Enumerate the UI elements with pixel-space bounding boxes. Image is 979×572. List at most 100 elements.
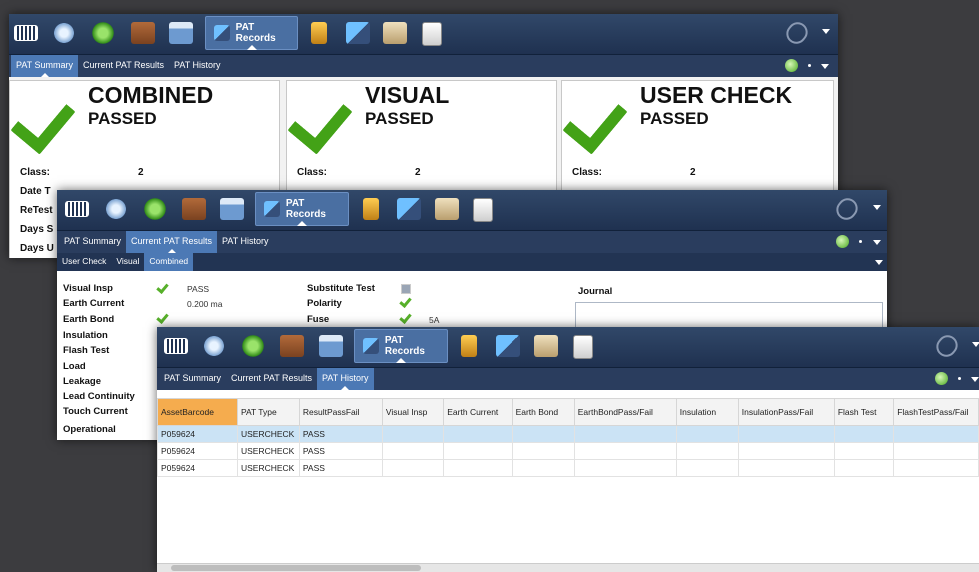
tab-pat-summary[interactable]: PAT Summary bbox=[159, 368, 226, 390]
toolbox-icon[interactable] bbox=[182, 198, 206, 220]
green-globe-icon[interactable] bbox=[836, 235, 849, 248]
journal-textarea[interactable] bbox=[575, 302, 883, 330]
tab-pat-summary[interactable]: PAT Summary bbox=[59, 231, 126, 253]
table-row[interactable]: P059624 USERCHECK PASS bbox=[157, 425, 979, 443]
horizontal-scrollbar[interactable] bbox=[157, 563, 979, 572]
column-header[interactable]: AssetBarcode bbox=[157, 398, 238, 426]
check-icon bbox=[399, 311, 412, 324]
pat-records-button[interactable]: PAT Records bbox=[255, 192, 349, 226]
battery-icon[interactable] bbox=[461, 335, 477, 357]
check-icon bbox=[287, 87, 353, 155]
toolbox-icon[interactable] bbox=[280, 335, 304, 357]
column-header[interactable]: EarthBondPass/Fail bbox=[573, 398, 677, 426]
barcode-icon[interactable] bbox=[14, 25, 38, 41]
header-row: AssetBarcode PAT Type ResultPassFail Vis… bbox=[157, 398, 979, 426]
paperclip-icon[interactable] bbox=[932, 331, 962, 361]
tab-pat-summary[interactable]: PAT Summary bbox=[11, 55, 79, 77]
clipboard-icon[interactable] bbox=[473, 198, 493, 222]
card-title: USER CHECK bbox=[640, 82, 793, 108]
green-orb-icon[interactable] bbox=[241, 335, 265, 357]
days-since-label: Days S bbox=[20, 224, 54, 235]
cell-asset-barcode[interactable]: P059624 bbox=[157, 425, 238, 443]
tabs-dropdown-icon[interactable] bbox=[873, 240, 881, 245]
paperclip-icon[interactable] bbox=[782, 18, 812, 48]
clipboard-icon[interactable] bbox=[422, 22, 442, 46]
column-header[interactable]: PAT Type bbox=[236, 398, 300, 426]
calendar-icon[interactable] bbox=[220, 198, 244, 220]
subtab-combined[interactable]: Combined bbox=[144, 253, 194, 271]
tab-current-pat-results[interactable]: Current PAT Results bbox=[78, 55, 169, 77]
tab-pat-history[interactable]: PAT History bbox=[217, 231, 274, 253]
leakage-label: Leakage bbox=[63, 376, 102, 387]
main-tabs: PAT Summary Current PAT Results PAT Hist… bbox=[57, 231, 887, 253]
scrollbar-thumb[interactable] bbox=[171, 565, 421, 571]
column-header[interactable]: Earth Current bbox=[443, 398, 513, 426]
table-row[interactable]: P059624 USERCHECK PASS bbox=[157, 442, 979, 460]
calendar-icon[interactable] bbox=[319, 335, 343, 357]
network-icon[interactable] bbox=[52, 22, 76, 44]
column-header[interactable]: FlashTestPass/Fail bbox=[893, 398, 979, 426]
column-header[interactable]: Flash Test bbox=[833, 398, 895, 426]
tab-current-pat-results[interactable]: Current PAT Results bbox=[126, 231, 218, 253]
column-header[interactable]: Insulation bbox=[675, 398, 739, 426]
computer-icon[interactable] bbox=[346, 22, 370, 44]
paperclip-icon[interactable] bbox=[832, 194, 862, 224]
barcode-icon[interactable] bbox=[164, 338, 188, 354]
insulation-label: Insulation bbox=[63, 330, 108, 341]
calendar-icon[interactable] bbox=[169, 22, 193, 44]
battery-icon[interactable] bbox=[311, 22, 327, 44]
card-status: PASSED bbox=[88, 109, 157, 128]
cell-pat-type[interactable]: USERCHECK bbox=[236, 459, 300, 477]
battery-icon[interactable] bbox=[363, 198, 379, 220]
green-orb-icon[interactable] bbox=[143, 198, 167, 220]
computer-icon[interactable] bbox=[397, 198, 421, 220]
cell-asset-barcode[interactable]: P059624 bbox=[157, 459, 238, 477]
subtab-user-check[interactable]: User Check bbox=[57, 253, 111, 271]
substitute-test-checkbox[interactable] bbox=[401, 284, 411, 294]
tab-pat-history[interactable]: PAT History bbox=[317, 368, 374, 390]
tab-current-pat-results[interactable]: Current PAT Results bbox=[226, 368, 317, 390]
main-tabs: PAT Summary Current PAT Results PAT Hist… bbox=[157, 368, 979, 390]
column-header[interactable]: InsulationPass/Fail bbox=[737, 398, 835, 426]
class-value: 2 bbox=[415, 167, 421, 178]
card-title: COMBINED bbox=[88, 82, 214, 108]
cell-result[interactable]: PASS bbox=[298, 459, 383, 477]
table-row[interactable]: P059624 USERCHECK PASS bbox=[157, 459, 979, 477]
building-icon[interactable] bbox=[383, 22, 407, 44]
polarity-label: Polarity bbox=[307, 298, 342, 309]
cell-result[interactable]: PASS bbox=[298, 442, 383, 460]
toolbox-icon[interactable] bbox=[131, 22, 155, 44]
tabs-dropdown-icon[interactable] bbox=[821, 64, 829, 69]
tabs-dropdown-icon[interactable] bbox=[971, 377, 979, 382]
green-globe-icon[interactable] bbox=[785, 59, 798, 72]
green-globe-icon[interactable] bbox=[935, 372, 948, 385]
class-value: 2 bbox=[138, 167, 144, 178]
pat-records-button[interactable]: PAT Records bbox=[205, 16, 298, 50]
building-icon[interactable] bbox=[435, 198, 459, 220]
history-grid: AssetBarcode PAT Type ResultPassFail Vis… bbox=[157, 398, 979, 572]
cell-result[interactable]: PASS bbox=[298, 425, 383, 443]
column-header[interactable]: Visual Insp bbox=[381, 398, 445, 426]
subtab-visual[interactable]: Visual bbox=[111, 253, 144, 271]
network-icon[interactable] bbox=[202, 335, 226, 357]
tab-pat-history[interactable]: PAT History bbox=[169, 55, 226, 77]
toolbar-dropdown-icon[interactable] bbox=[822, 29, 830, 34]
toolbar-dropdown-icon[interactable] bbox=[972, 342, 979, 347]
barcode-icon[interactable] bbox=[65, 201, 89, 217]
cell-pat-type[interactable]: USERCHECK bbox=[236, 425, 300, 443]
toolbar-dropdown-icon[interactable] bbox=[873, 205, 881, 210]
column-header[interactable]: ResultPassFail bbox=[298, 398, 383, 426]
column-header[interactable]: Earth Bond bbox=[511, 398, 575, 426]
network-icon[interactable] bbox=[104, 198, 128, 220]
fuse-label: Fuse bbox=[307, 314, 330, 325]
substitute-test-label: Substitute Test bbox=[307, 283, 375, 294]
green-orb-icon[interactable] bbox=[91, 22, 115, 44]
check-icon bbox=[156, 281, 169, 294]
clipboard-icon[interactable] bbox=[573, 335, 593, 359]
subtabs-dropdown-icon[interactable] bbox=[875, 260, 883, 265]
computer-icon[interactable] bbox=[496, 335, 520, 357]
pat-records-button[interactable]: PAT Records bbox=[354, 329, 448, 363]
building-icon[interactable] bbox=[534, 335, 558, 357]
cell-pat-type[interactable]: USERCHECK bbox=[236, 442, 300, 460]
cell-asset-barcode[interactable]: P059624 bbox=[157, 442, 238, 460]
